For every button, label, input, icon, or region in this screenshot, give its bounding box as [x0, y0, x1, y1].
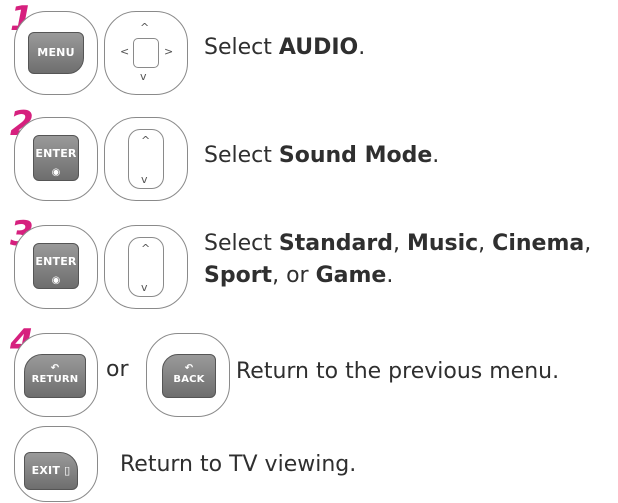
step-3-instruction-line-1: Select Standard, Music, Cinema, — [204, 231, 592, 256]
return-button-label: RETURN — [31, 374, 79, 385]
menu-button-label: MENU — [37, 46, 75, 59]
arrow-up-icon: ^ — [140, 21, 150, 34]
back-button[interactable]: ↶ BACK — [162, 354, 216, 398]
enter-button-label: ENTER — [35, 147, 77, 160]
enter-button-2[interactable]: ENTER ◉ — [33, 135, 79, 181]
arrow-up-icon: ^ — [141, 134, 151, 147]
step-3-instruction-line-2: Sport, or Game. — [204, 263, 394, 288]
or-text: or — [106, 357, 129, 382]
enter-dot-icon: ◉ — [51, 275, 61, 286]
back-button-label: BACK — [173, 374, 205, 385]
back-arrow-icon: ↶ — [184, 363, 194, 374]
exit-button-label: EXIT ▯ — [31, 464, 71, 477]
arrow-down-icon: v — [140, 70, 147, 83]
arrow-up-icon: ^ — [141, 242, 151, 255]
enter-button-3[interactable]: ENTER ◉ — [33, 243, 79, 289]
arrow-down-icon: v — [141, 173, 148, 186]
return-button[interactable]: ↶ RETURN — [24, 354, 86, 398]
arrow-right-icon: > — [164, 45, 174, 58]
dpad-center-button-1[interactable] — [133, 38, 159, 68]
exit-door-icon: ▯ — [64, 464, 71, 477]
arrow-left-icon: < — [120, 45, 130, 58]
menu-button[interactable]: MENU — [28, 32, 84, 74]
arrow-down-icon: v — [141, 281, 148, 294]
step-1-instruction: Select AUDIO. — [204, 35, 366, 60]
exit-instruction: Return to TV viewing. — [120, 452, 357, 477]
enter-dot-icon: ◉ — [51, 167, 61, 178]
return-arrow-icon: ↶ — [50, 363, 60, 374]
step-4-instruction: Return to the previous menu. — [236, 359, 560, 384]
enter-button-label: ENTER — [35, 255, 77, 268]
exit-button[interactable]: EXIT ▯ — [24, 452, 78, 490]
step-2-instruction: Select Sound Mode. — [204, 143, 440, 168]
